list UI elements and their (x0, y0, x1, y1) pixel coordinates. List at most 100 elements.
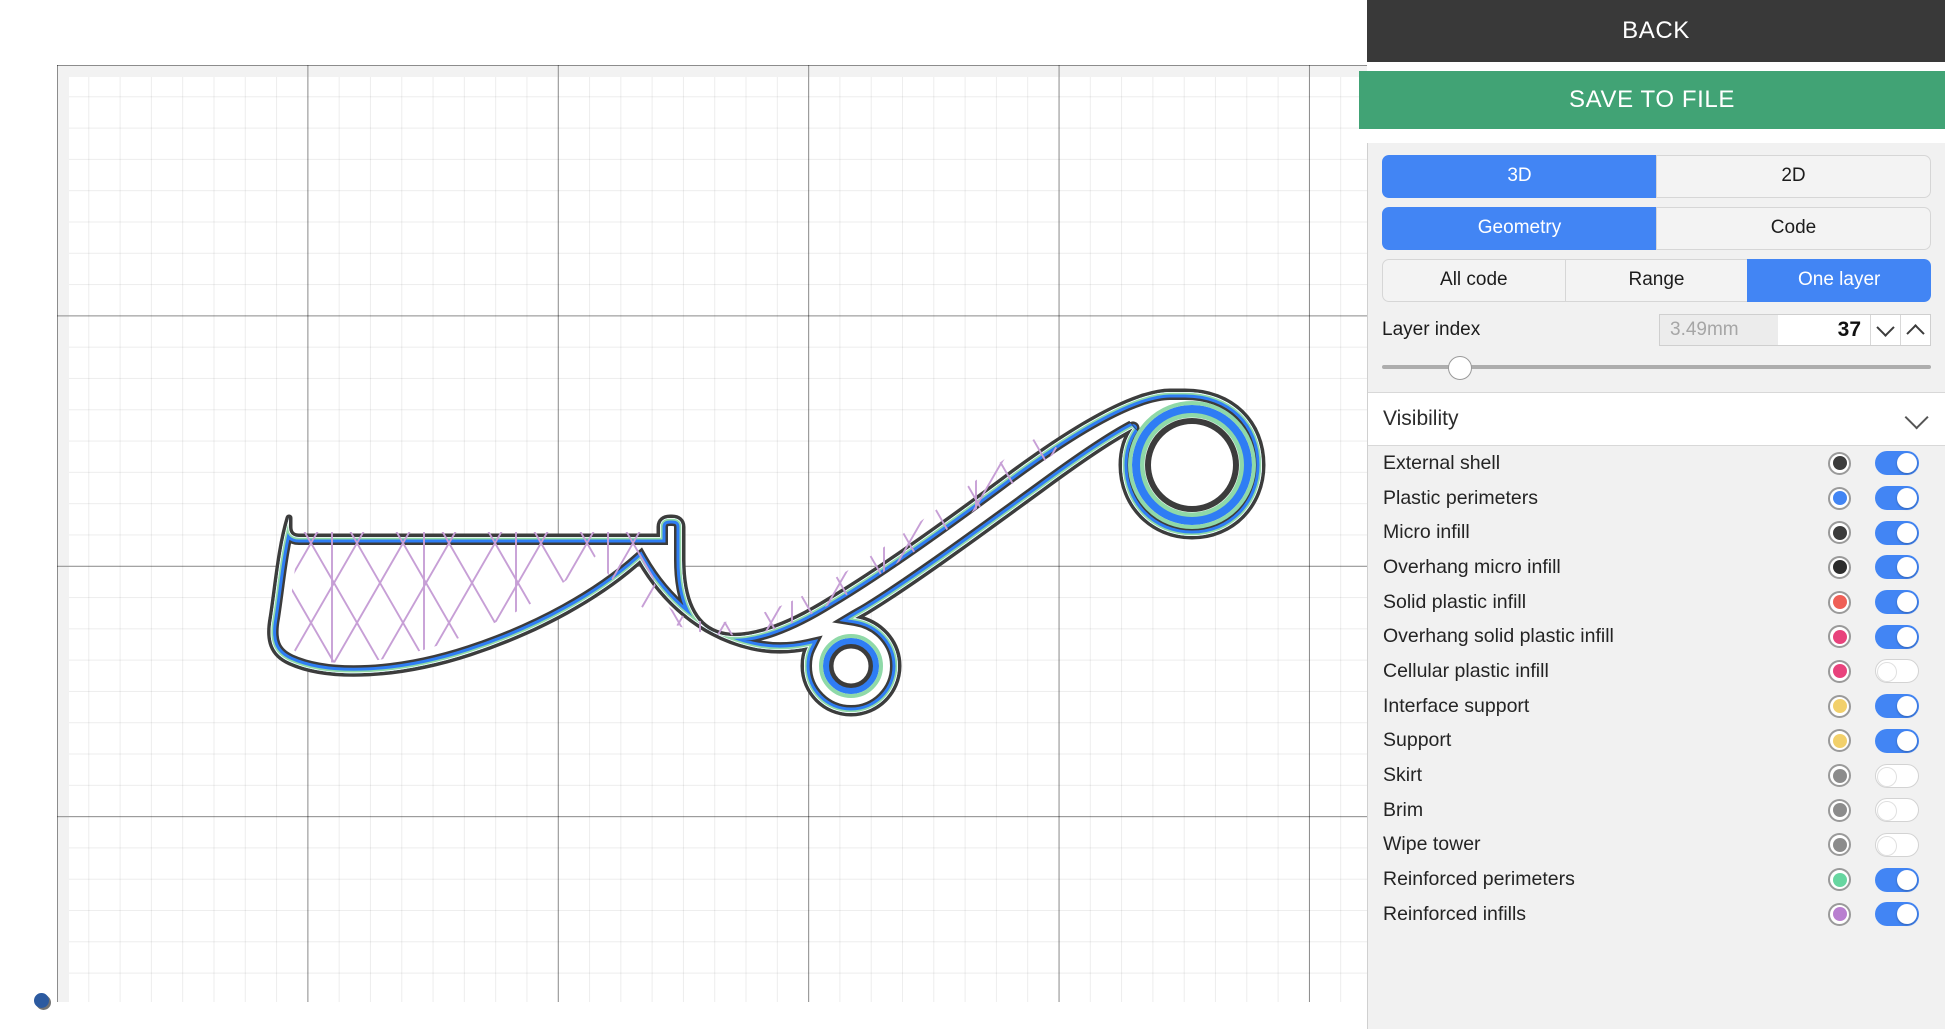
tab-one-layer-label: One layer (1797, 269, 1881, 290)
tab-one-layer[interactable]: One layer (1747, 259, 1931, 302)
3d-viewport[interactable] (0, 0, 1367, 1029)
color-dot-icon (1832, 629, 1847, 644)
color-swatch-button[interactable] (1828, 625, 1851, 649)
chevron-down-icon (1904, 404, 1929, 429)
color-dot-icon (1832, 525, 1847, 540)
color-swatch-button[interactable] (1828, 486, 1851, 510)
visibility-row: Cellular plastic infill (1368, 654, 1945, 689)
layer-height-readout: 3.49mm (1660, 315, 1778, 345)
tab-geometry-label: Geometry (1477, 217, 1562, 238)
visibility-toggle[interactable] (1875, 902, 1919, 927)
toggle-knob (1897, 557, 1917, 578)
layer-index-increment-button[interactable] (1900, 315, 1930, 345)
visibility-toggle[interactable] (1875, 590, 1919, 615)
finger-ring-hole (1128, 401, 1256, 529)
tab-2d-label: 2D (1781, 165, 1806, 186)
toggle-knob (1897, 522, 1917, 543)
visibility-row-label: Overhang solid plastic infill (1383, 625, 1614, 648)
chevron-down-icon (1876, 317, 1895, 337)
back-button[interactable]: BACK (1367, 0, 1945, 62)
visibility-row: Plastic perimeters (1368, 481, 1945, 516)
visibility-toggle[interactable] (1875, 659, 1919, 684)
layer-slider-knob[interactable] (1447, 356, 1472, 380)
color-swatch-button[interactable] (1828, 521, 1851, 545)
visibility-toggle[interactable] (1875, 555, 1919, 580)
visibility-toggle[interactable] (1875, 624, 1919, 649)
back-button-label: BACK (1622, 17, 1690, 44)
toggle-knob (1897, 626, 1917, 647)
color-dot-icon (1832, 837, 1847, 852)
visibility-row-label: Cellular plastic infill (1383, 659, 1549, 682)
tab-3d-label: 3D (1507, 165, 1532, 186)
color-dot-icon (1832, 491, 1847, 506)
visibility-row-label: Support (1383, 729, 1452, 752)
color-dot-icon (1832, 456, 1847, 471)
color-dot-icon (1832, 595, 1847, 610)
color-swatch-button[interactable] (1828, 659, 1851, 683)
layer-index-input[interactable]: 37 (1778, 315, 1870, 345)
color-swatch-button[interactable] (1828, 694, 1851, 718)
visibility-toggle[interactable] (1875, 867, 1919, 892)
tab-geometry[interactable]: Geometry (1382, 207, 1657, 250)
toggle-knob (1897, 488, 1917, 509)
color-swatch-button[interactable] (1828, 555, 1851, 579)
visibility-toggle[interactable] (1875, 798, 1919, 823)
visibility-toggle[interactable] (1875, 486, 1919, 511)
tab-code-label: Code (1770, 217, 1817, 238)
visibility-row-label: Interface support (1383, 694, 1530, 717)
toggle-knob (1877, 662, 1897, 683)
tab-range[interactable]: Range (1564, 259, 1749, 302)
visibility-row: Reinforced infills (1368, 897, 1945, 932)
visibility-list: External shell Plastic perimeters Micro in… (1368, 446, 1945, 932)
toggle-knob (1897, 453, 1917, 474)
visibility-section-header[interactable]: Visibility (1368, 392, 1945, 446)
range-tab-group: All code Range One layer (1382, 259, 1931, 302)
visibility-toggle[interactable] (1875, 763, 1919, 788)
color-dot-icon (1832, 907, 1847, 922)
color-swatch-button[interactable] (1828, 868, 1851, 892)
visibility-toggle[interactable] (1875, 451, 1919, 476)
tab-all-code-label: All code (1440, 269, 1508, 290)
visibility-row-label: Overhang micro infill (1383, 555, 1561, 578)
layer-slider[interactable] (1382, 352, 1931, 382)
visibility-row: Overhang solid plastic infill (1368, 619, 1945, 654)
pivot-hole (819, 634, 883, 698)
color-swatch-button[interactable] (1828, 902, 1851, 926)
tab-all-code[interactable]: All code (1382, 259, 1566, 302)
color-swatch-button[interactable] (1828, 451, 1851, 475)
tab-3d[interactable]: 3D (1382, 155, 1657, 198)
color-swatch-button[interactable] (1828, 798, 1851, 822)
toggle-knob (1897, 904, 1917, 925)
panel-body: 3D 2D Geometry Code All code Range One l… (1367, 143, 1945, 1029)
visibility-toggle[interactable] (1875, 520, 1919, 545)
color-dot-icon (1832, 699, 1847, 714)
tab-2d[interactable]: 2D (1656, 155, 1931, 198)
layer-index-stepper[interactable]: 3.49mm 37 (1659, 314, 1931, 346)
visibility-toggle[interactable] (1875, 832, 1919, 857)
visibility-row-label: Micro infill (1383, 521, 1470, 544)
tab-code[interactable]: Code (1656, 207, 1931, 250)
visibility-row-label: Solid plastic infill (1383, 590, 1527, 613)
color-dot-icon (1832, 560, 1847, 575)
color-swatch-button[interactable] (1828, 833, 1851, 857)
visibility-row-label: Reinforced perimeters (1383, 868, 1575, 891)
color-dot-icon (1832, 664, 1847, 679)
visibility-row: Skirt (1368, 758, 1945, 793)
visibility-row: External shell (1368, 446, 1945, 481)
dimension-tab-group: 3D 2D (1382, 155, 1931, 198)
visibility-row: Brim (1368, 793, 1945, 828)
layer-index-decrement-button[interactable] (1870, 315, 1900, 345)
view-controls: 3D 2D Geometry Code All code Range One l… (1368, 143, 1945, 382)
save-to-file-button[interactable]: SAVE TO FILE (1359, 71, 1945, 129)
visibility-row-label: External shell (1383, 451, 1501, 474)
visibility-row: Solid plastic infill (1368, 585, 1945, 620)
color-swatch-button[interactable] (1828, 729, 1851, 753)
toggle-knob (1897, 730, 1917, 751)
visibility-toggle[interactable] (1875, 728, 1919, 753)
visibility-toggle[interactable] (1875, 694, 1919, 719)
toggle-knob (1877, 801, 1897, 822)
color-swatch-button[interactable] (1828, 590, 1851, 614)
visibility-row: Overhang micro infill (1368, 550, 1945, 585)
color-swatch-button[interactable] (1828, 764, 1851, 788)
layer-index-row: Layer index 3.49mm 37 (1382, 314, 1931, 346)
